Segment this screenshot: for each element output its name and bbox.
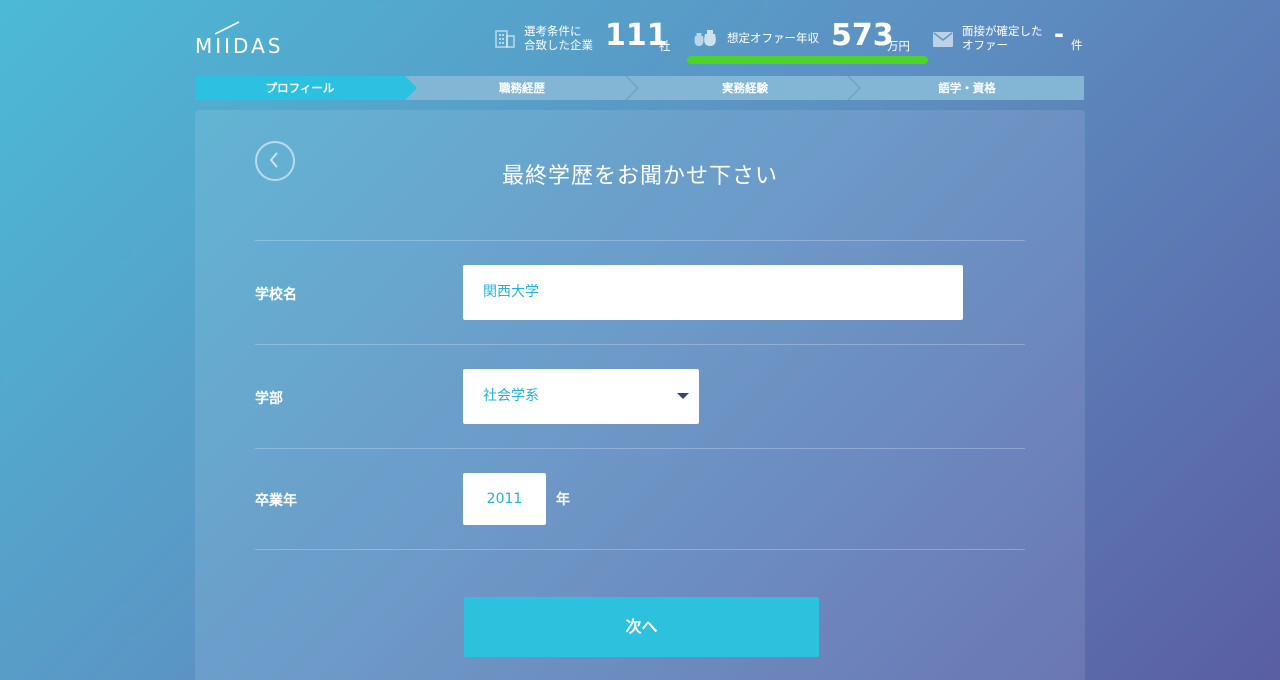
offer-salary-value: 573 xyxy=(831,18,894,53)
confirmed-offers-label-1: 面接が確定した xyxy=(962,24,1043,38)
year-suffix: 年 xyxy=(556,492,570,508)
step-language[interactable]: 語学・資格 xyxy=(862,76,1072,100)
step-label: プロフィール xyxy=(265,81,335,95)
divider xyxy=(255,344,1025,345)
graduation-year-input[interactable]: 2011 xyxy=(463,473,546,525)
offer-salary-unit: 万円 xyxy=(887,39,910,53)
confirmed-offers-count: - xyxy=(1054,20,1064,48)
matched-companies-label-2: 合致した企業 xyxy=(524,38,593,52)
logo-text: MIIDAS xyxy=(195,34,284,58)
faculty-value: 社会学系 xyxy=(483,388,539,404)
education-form-card: 最終学歴をお聞かせ下さい 学校名 関西大学 学部 社会学系 卒業年 2011 年… xyxy=(195,110,1085,680)
page-title: 最終学歴をお聞かせ下さい xyxy=(501,164,778,189)
envelope-icon xyxy=(933,32,953,47)
offer-progress-bar xyxy=(687,56,928,64)
building-icon xyxy=(495,30,515,48)
matched-companies-stat: 選考条件に 合致した企業 111 社 xyxy=(493,18,683,62)
step-career[interactable]: 職務経歴 xyxy=(417,76,627,100)
step-experience[interactable]: 実務経験 xyxy=(640,76,850,100)
step-label: 語学・資格 xyxy=(938,81,996,95)
step-arrow-active-icon xyxy=(405,76,417,100)
matched-companies-label-1: 選考条件に xyxy=(524,24,582,38)
divider xyxy=(255,240,1025,241)
step-label: 実務経験 xyxy=(722,81,768,95)
divider xyxy=(255,448,1025,449)
step-profile[interactable]: プロフィール xyxy=(195,76,405,100)
chevron-down-icon xyxy=(677,393,689,399)
offer-salary-label: 想定オファー年収 xyxy=(727,31,819,45)
school-label: 学校名 xyxy=(255,287,297,303)
divider xyxy=(255,549,1025,550)
school-name-value: 関西大学 xyxy=(483,284,539,300)
matched-companies-unit: 社 xyxy=(659,39,671,53)
faculty-label: 学部 xyxy=(255,391,283,407)
next-button[interactable]: 次へ xyxy=(464,597,819,657)
step-progress: プロフィール 職務経歴 実務経験 語学・資格 xyxy=(195,76,1084,100)
step-separator-icon xyxy=(847,76,861,100)
confirmed-offers-label-2: オファー xyxy=(962,38,1008,52)
school-name-input[interactable]: 関西大学 xyxy=(463,265,963,320)
confirmed-offers-stat: 面接が確定した オファー - 件 xyxy=(933,18,1085,62)
top-bar: MIIDAS 選考条件に 合致した企業 111 社 想定オファー年収 573 万… xyxy=(195,0,1085,76)
step-label: 職務経歴 xyxy=(499,81,545,95)
confirmed-offers-unit: 件 xyxy=(1071,38,1083,52)
faculty-select[interactable]: 社会学系 xyxy=(463,369,699,424)
miidas-logo[interactable]: MIIDAS xyxy=(195,20,315,58)
graduation-year-value: 2011 xyxy=(486,491,523,507)
graduation-year-label: 卒業年 xyxy=(255,493,297,509)
step-separator-icon xyxy=(625,76,639,100)
money-bag-icon xyxy=(694,30,716,46)
